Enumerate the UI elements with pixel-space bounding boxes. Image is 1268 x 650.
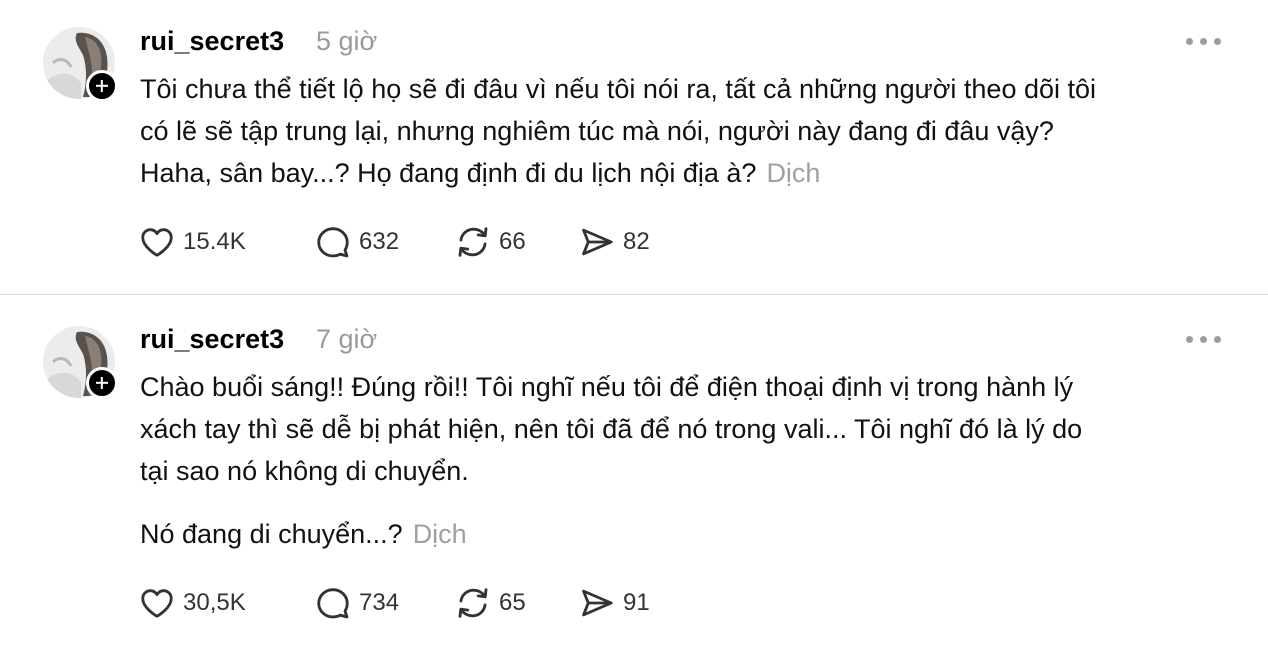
reply-button[interactable]: 632 (314, 222, 399, 262)
share-count: 82 (623, 228, 650, 255)
reply-count: 734 (359, 589, 400, 616)
post-text-line: xách tay thì sẽ dễ bị phát hiện, nên tôi… (140, 414, 1083, 444)
share-button[interactable]: 91 (578, 583, 650, 623)
post-timestamp: 7 giờ (316, 324, 378, 354)
follow-plus-icon[interactable] (86, 367, 118, 399)
post-text-line: Nó đang di chuyển...? (140, 519, 403, 549)
post-text-line: có lẽ sẽ tập trung lại, nhưng nghiêm túc… (140, 116, 1054, 146)
username[interactable]: rui_secret3 (140, 26, 284, 57)
more-options-icon[interactable] (1186, 336, 1222, 344)
post-text-line: Tôi chưa thể tiết lộ họ sẽ đi đâu vì nếu… (140, 74, 1097, 104)
repost-button[interactable]: 66 (454, 222, 526, 262)
heart-icon (141, 589, 173, 618)
repost-button[interactable]: 65 (454, 583, 526, 623)
like-button[interactable]: 30,5K (138, 583, 246, 623)
thread-post: rui_secret3 7 giờ Chào buổi sáng!! Đúng … (0, 295, 1268, 650)
repost-count: 65 (499, 589, 526, 616)
share-count: 91 (623, 589, 650, 616)
like-button[interactable]: 15.4K (138, 222, 246, 262)
share-button[interactable]: 82 (578, 222, 650, 262)
send-icon (582, 228, 613, 256)
send-icon (582, 589, 613, 617)
repost-arrows-icon (458, 588, 488, 618)
reply-button[interactable]: 734 (314, 583, 399, 623)
username[interactable]: rui_secret3 (140, 324, 284, 355)
follow-plus-icon[interactable] (86, 70, 118, 102)
post-timestamp: 5 giờ (316, 26, 378, 56)
action-bar: 30,5K 734 65 91 (138, 583, 698, 623)
translate-link[interactable]: Dịch (766, 158, 820, 188)
reply-count: 632 (359, 228, 400, 255)
like-count: 30,5K (183, 589, 246, 616)
more-options-icon[interactable] (1186, 38, 1222, 46)
post-text-line: Chào buổi sáng!! Đúng rồi!! Tôi nghĩ nếu… (140, 372, 1074, 402)
post-text: Nó đang di chuyển...? Dịch (140, 513, 1230, 555)
translate-link[interactable]: Dịch (413, 519, 467, 549)
like-count: 15.4K (183, 228, 246, 255)
comment-bubble-icon (317, 588, 349, 619)
post-text-line: Haha, sân bay...? Họ đang định đi du lịc… (140, 158, 757, 188)
repost-arrows-icon (458, 227, 488, 257)
action-bar: 15.4K 632 66 82 (138, 222, 698, 262)
comment-bubble-icon (317, 227, 349, 258)
post-text: Chào buổi sáng!! Đúng rồi!! Tôi nghĩ nếu… (140, 366, 1230, 492)
thread-post: rui_secret3 5 giờ Tôi chưa thể tiết lộ h… (0, 0, 1268, 294)
heart-icon (141, 228, 173, 257)
post-text-line: tại sao nó không di chuyển. (140, 456, 469, 486)
repost-count: 66 (499, 228, 526, 255)
post-text: Tôi chưa thể tiết lộ họ sẽ đi đâu vì nếu… (140, 68, 1230, 194)
